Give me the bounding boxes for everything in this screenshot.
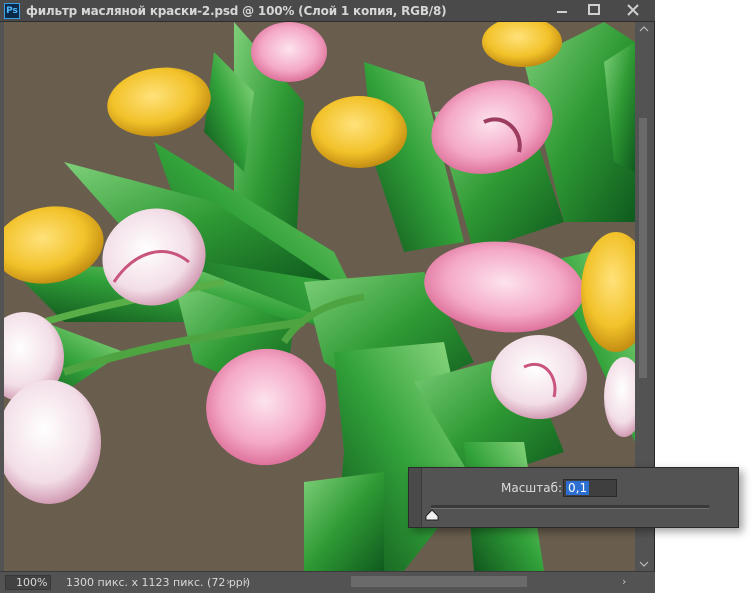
scale-slider-track[interactable] bbox=[431, 505, 709, 509]
slider-thumb-icon bbox=[425, 509, 439, 521]
scroll-right-icon[interactable]: › bbox=[622, 575, 626, 588]
document-title: фильтр масляной краски-2.psd @ 100% (Сло… bbox=[26, 4, 447, 18]
minimize-icon bbox=[557, 11, 567, 13]
photoshop-app-icon: Ps bbox=[4, 3, 20, 19]
document-info[interactable]: 1300 пикс. x 1123 пикс. (72 ppi) bbox=[66, 576, 250, 589]
close-icon bbox=[627, 4, 639, 16]
popup-handle[interactable] bbox=[409, 468, 422, 527]
status-menu-arrow-icon[interactable]: › bbox=[226, 575, 230, 588]
status-bar: 100% 1300 пикс. x 1123 пикс. (72 ppi) › … bbox=[0, 571, 655, 593]
maximize-button[interactable] bbox=[578, 0, 610, 20]
maximize-icon bbox=[588, 4, 600, 15]
scale-label: Масштаб: bbox=[501, 481, 563, 495]
title-bar[interactable]: Ps фильтр масляной краски-2.psd @ 100% (… bbox=[0, 0, 655, 22]
scale-popup: Масштаб: 0,1 bbox=[408, 467, 739, 528]
scale-input[interactable]: 0,1 bbox=[563, 479, 617, 497]
close-button[interactable] bbox=[612, 0, 654, 20]
scale-value: 0,1 bbox=[566, 481, 590, 495]
horizontal-scroll-thumb[interactable] bbox=[351, 576, 527, 587]
scroll-left-icon[interactable]: ‹ bbox=[244, 575, 248, 588]
zoom-field[interactable]: 100% bbox=[5, 575, 51, 590]
minimize-button[interactable] bbox=[546, 0, 578, 20]
vertical-scroll-thumb[interactable] bbox=[639, 118, 647, 378]
